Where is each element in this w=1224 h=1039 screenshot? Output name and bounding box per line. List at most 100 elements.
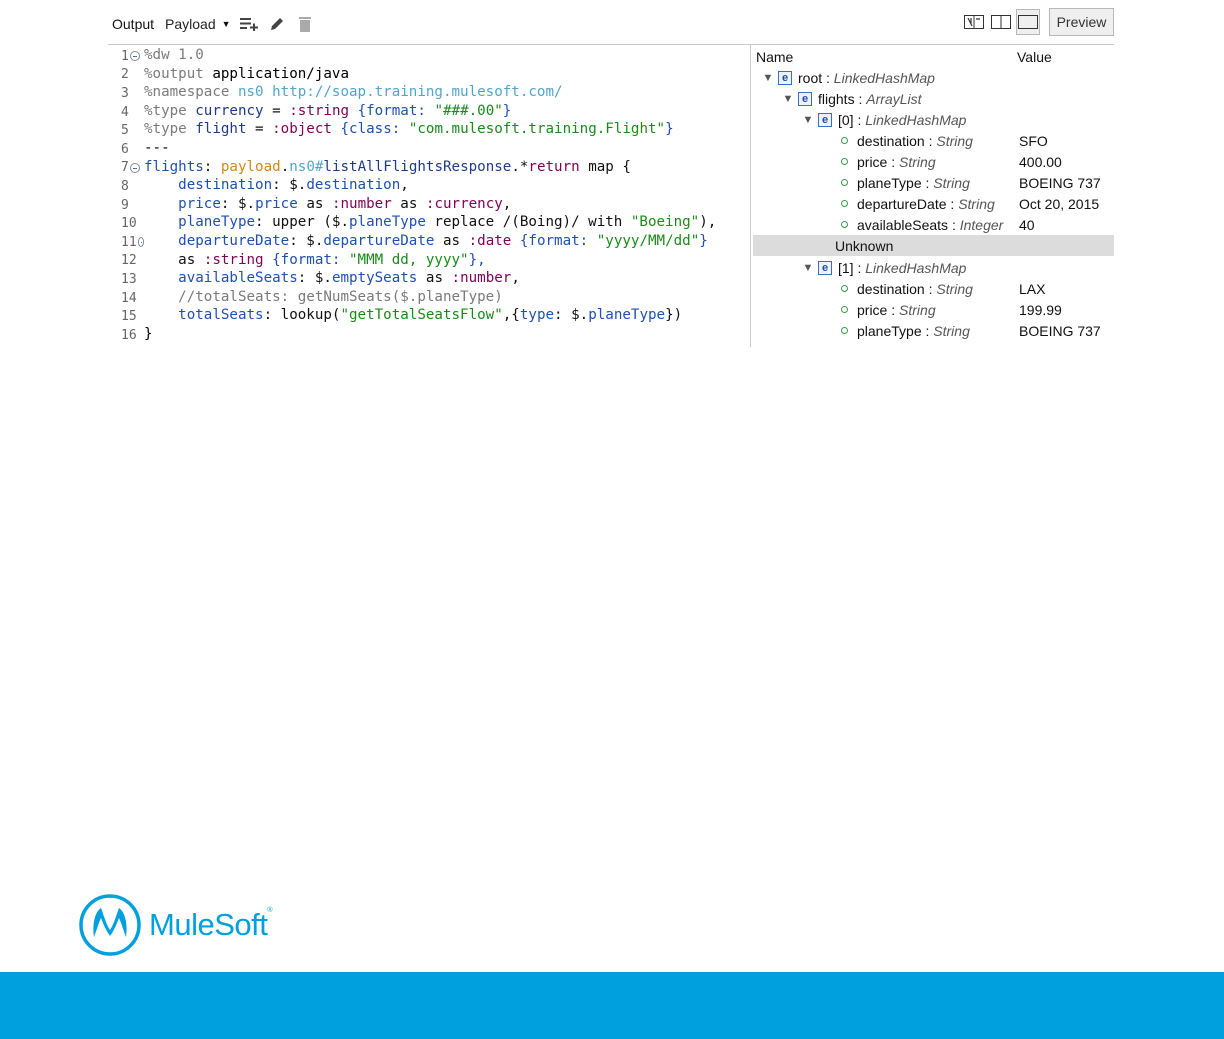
tree-row[interactable]: ▼ e root : LinkedHashMap [753, 67, 1114, 88]
tree-row[interactable]: departureDate : String Oct 20, 2015 [753, 193, 1114, 214]
code-token: return [528, 158, 580, 175]
code-token: planeType [349, 214, 426, 231]
element-icon: e [778, 70, 792, 85]
code-token: planeType [178, 214, 256, 231]
code-token: planeType [588, 307, 666, 324]
expand-triangle-icon[interactable]: ▼ [801, 114, 815, 126]
field-dot-icon [841, 327, 848, 334]
code-token: type [519, 307, 555, 324]
code-token: "getTotalSeatsFlow" [340, 307, 503, 324]
line-number: 16 [121, 327, 137, 343]
code-line: 15 totalSeats: lookup("getTotalSeatsFlow… [108, 307, 682, 326]
tree-header-name[interactable]: Name [756, 49, 793, 65]
chevron-down-icon[interactable]: ▼ [222, 19, 231, 29]
tree-row[interactable]: price : String 400.00 [753, 151, 1114, 172]
tree-value: 400.00 [1019, 153, 1062, 170]
code-line: 6 --- [108, 140, 170, 159]
code-token: "com.mulesoft.training.Flight" [408, 121, 666, 138]
tree-value: Oct 20, 2015 [1019, 195, 1100, 212]
line-number: 15 [121, 309, 137, 325]
dataweave-editor[interactable]: 1 %dw 1.0 2 %output application/java 3 %… [108, 45, 750, 347]
preview-button[interactable]: Preview [1049, 8, 1114, 36]
tree-row[interactable]: ▼ e flights : ArrayList [753, 88, 1114, 109]
output-tree: Name Value ▼ e root : LinkedHashMap ▼ e … [751, 45, 1114, 347]
tree-value: SFO [1019, 132, 1048, 149]
element-icon: e [818, 260, 832, 275]
tree-row[interactable]: price : String 199.99 [753, 299, 1114, 320]
field-dot-icon [841, 179, 848, 186]
single-panel-icon[interactable] [1016, 9, 1040, 35]
pencil-icon[interactable] [267, 15, 287, 33]
tree-row[interactable]: planeType : String BOEING 737 [753, 320, 1114, 341]
code-token: flight [195, 121, 247, 138]
code-token: ns0# [289, 158, 324, 175]
expand-triangle-icon[interactable]: ▼ [761, 72, 775, 84]
expand-triangle-icon[interactable]: ▼ [781, 93, 795, 105]
footer-band [0, 972, 1224, 1039]
tree-header-value[interactable]: Value [1017, 49, 1052, 65]
tree-row[interactable]: destination : String SFO [753, 130, 1114, 151]
code-token: } [502, 102, 512, 119]
fold-icon[interactable] [129, 162, 140, 173]
code-token: }, [468, 251, 486, 268]
tree-value: BOEING 737 [1019, 322, 1101, 339]
fold-icon[interactable] [129, 51, 140, 62]
trash-icon[interactable] [295, 15, 315, 33]
code-line: 1 %dw 1.0 [108, 47, 204, 66]
tree-row[interactable]: ▼ e [0] : LinkedHashMap [753, 109, 1114, 130]
code-token: %dw 1.0 [144, 47, 204, 63]
code-token: replace /(Boing)/ with [425, 214, 631, 231]
element-icon: e [818, 112, 832, 127]
code-token: flights [144, 158, 204, 175]
code-token: as [434, 233, 469, 249]
code-token: %type [144, 121, 187, 138]
code-token: :string [203, 251, 264, 268]
code-line: 11 departureDate: $. departureDate as :da… [108, 233, 708, 252]
code-token: :number [451, 270, 512, 287]
code-token: as [144, 251, 204, 268]
code-line: 14 //totalSeats: getNumSeats($.planeType… [108, 289, 503, 308]
line-number: 5 [121, 123, 129, 139]
tree-row[interactable]: planeType : String BOEING 737 [753, 172, 1114, 193]
code-line: 10 planeType: upper ($. planeType replace… [108, 214, 716, 233]
line-number: 14 [121, 290, 137, 306]
line-number: 12 [121, 253, 137, 269]
payload-dropdown[interactable]: Payload [165, 16, 216, 32]
code-token: } [665, 121, 674, 138]
code-token: departureDate [323, 233, 435, 249]
trademark: ® [267, 907, 273, 914]
code-token: %namespace [144, 84, 230, 101]
expand-triangle-icon[interactable]: ▼ [801, 262, 815, 274]
field-dot-icon [841, 200, 848, 207]
line-number: 9 [121, 197, 129, 213]
code-token: as [297, 195, 332, 212]
split-diagram-icon[interactable] [962, 9, 986, 35]
field-dot-icon [841, 158, 848, 165]
code-token: = [263, 102, 290, 119]
code-token: --- [144, 140, 170, 156]
tree-row[interactable]: ▼ e [1] : LinkedHashMap [753, 257, 1114, 278]
split-columns-icon[interactable] [989, 9, 1013, 35]
code-token: } [699, 233, 708, 249]
code-token: "yyyy/MM/dd" [596, 233, 700, 249]
mulesoft-logo: MuleSoft® [79, 894, 272, 956]
code-token: listAllFlightsResponse [323, 158, 512, 175]
tree-row[interactable]: availableSeats : Integer 40 [753, 214, 1114, 235]
code-line: 3 %namespace ns0 http://soap.training.mu… [108, 84, 563, 103]
tree-row[interactable]: destination : String LAX [753, 278, 1114, 299]
add-list-icon[interactable] [239, 15, 259, 33]
tree-row-selected[interactable]: Unknown [753, 235, 1114, 256]
tree-value: 199.99 [1019, 301, 1062, 318]
line-number: 7 [121, 160, 129, 176]
code-line: 12 as :string {format: "MMM dd, yyyy"}, [108, 252, 486, 271]
line-number: 6 [121, 141, 129, 157]
code-token: payload [220, 158, 281, 175]
code-token: "Boeing" [630, 214, 700, 231]
